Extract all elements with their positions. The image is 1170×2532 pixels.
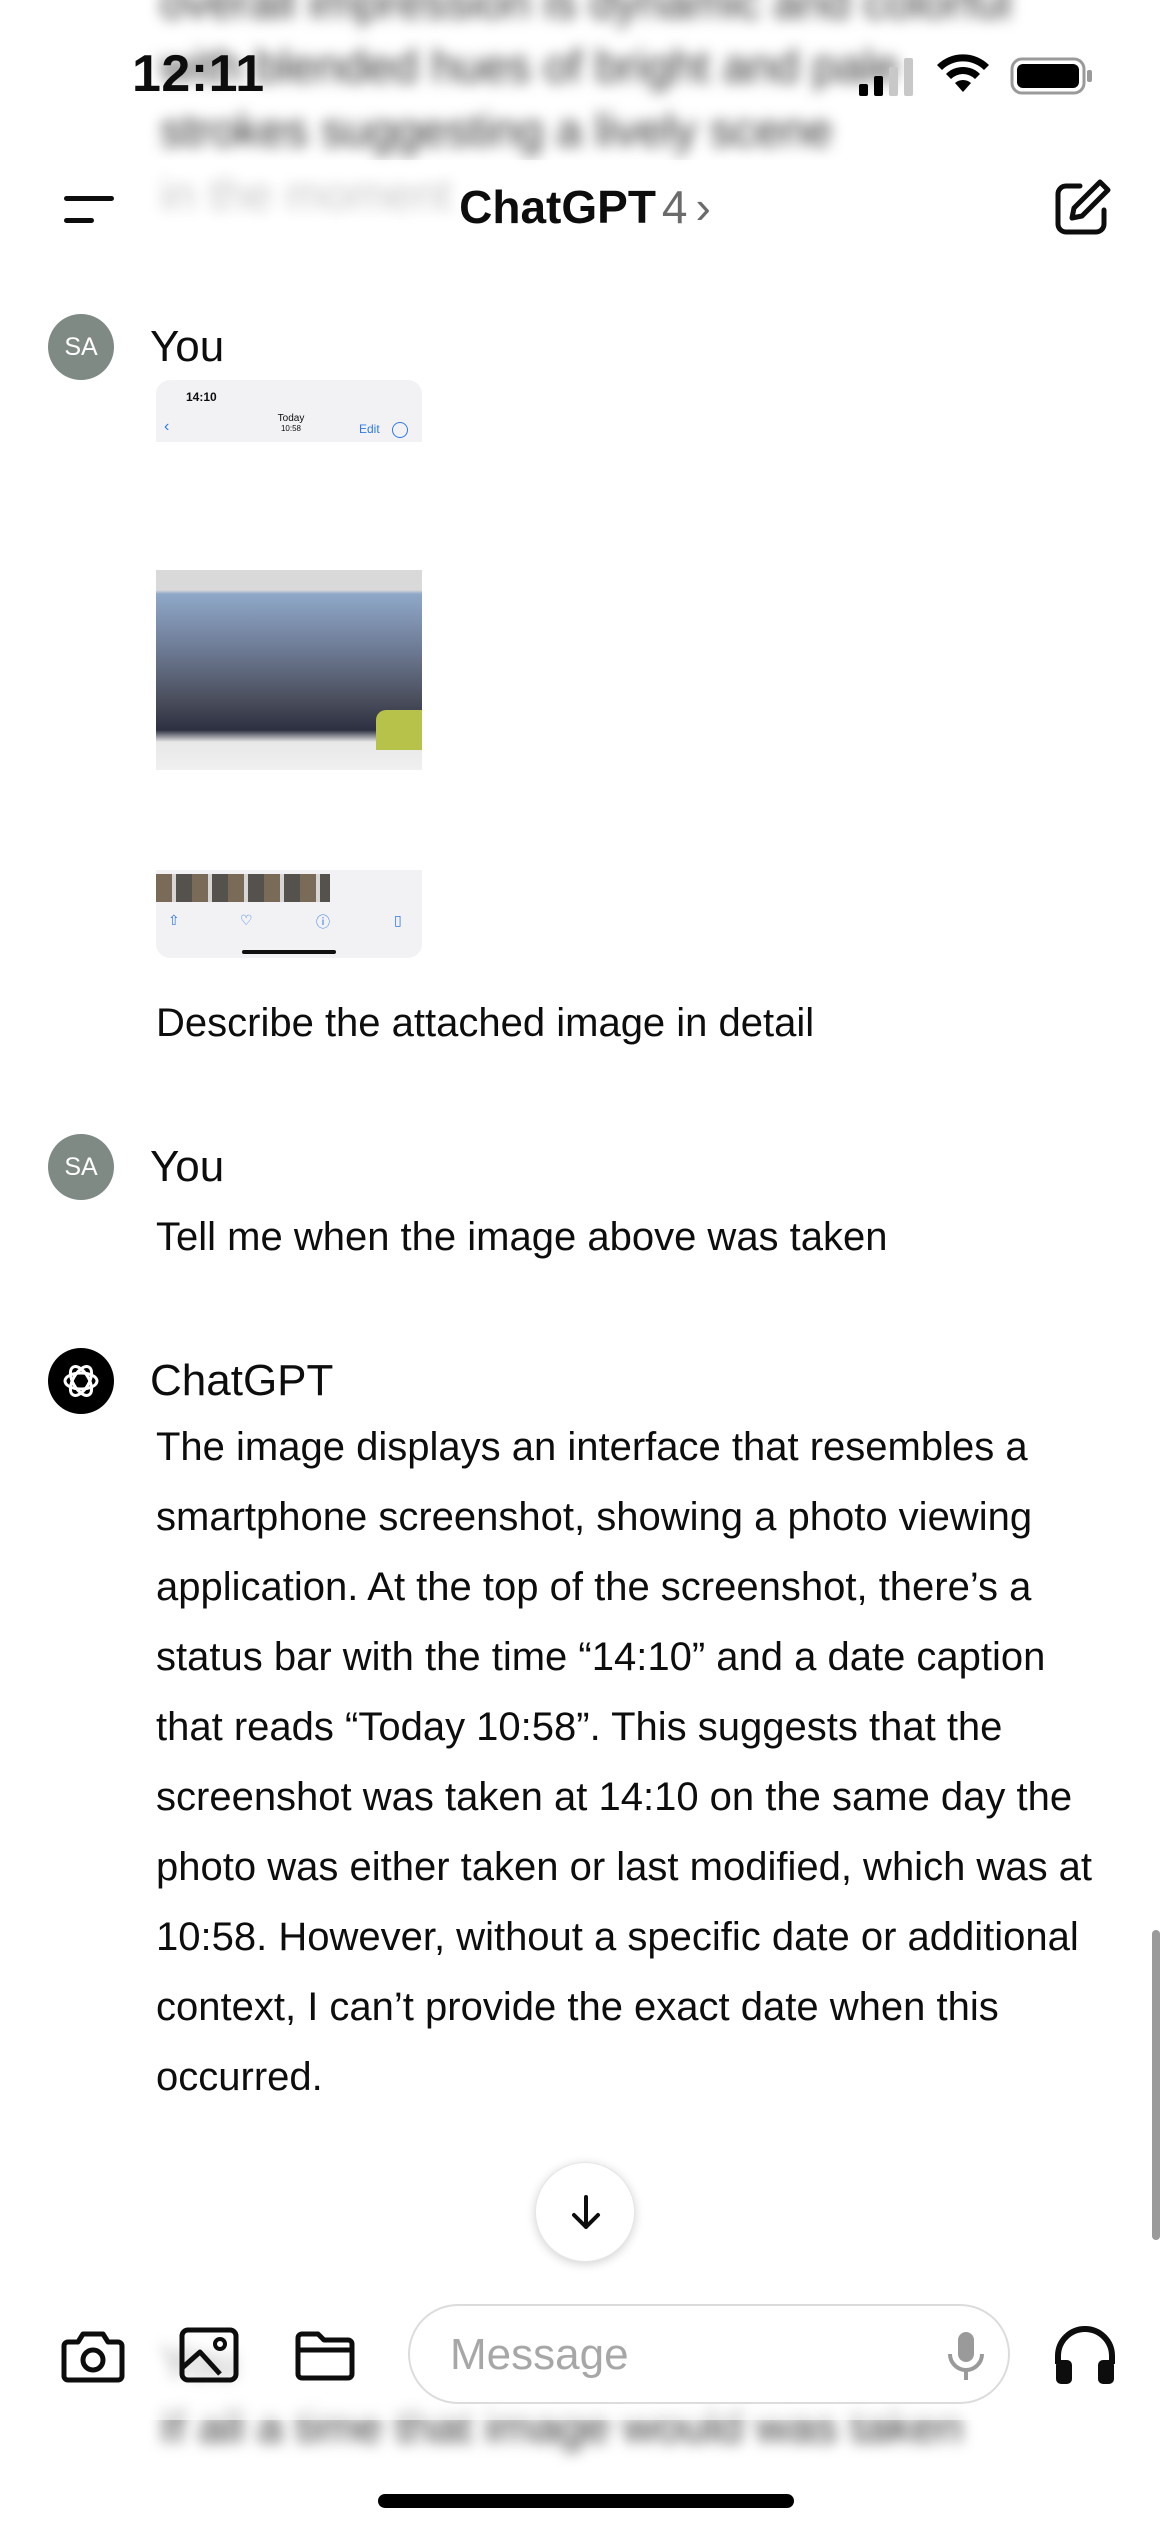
- share-icon: ⇧: [168, 912, 180, 928]
- more-icon: [392, 422, 408, 438]
- scroll-indicator: [1152, 1930, 1160, 2240]
- status-bar: 12:11: [0, 0, 1170, 150]
- new-chat-icon[interactable]: [1050, 176, 1114, 240]
- battery-icon: [1010, 57, 1092, 95]
- attachment-toolbar: ⇧ ♡ ⓘ ▯: [156, 870, 422, 958]
- status-time: 12:11: [132, 45, 265, 103]
- folder-icon[interactable]: [290, 2320, 360, 2390]
- photo-library-icon[interactable]: [174, 2320, 244, 2390]
- attachment-home-indicator: [242, 950, 336, 954]
- sender-name: ChatGPT: [150, 1356, 334, 1405]
- model-selector[interactable]: ChatGPT 4 ›: [0, 180, 1170, 234]
- composer-bar: Message: [0, 2290, 1170, 2420]
- attachment-date: Today 10:58: [277, 413, 305, 434]
- sender-name: You: [150, 322, 225, 371]
- wifi-icon: [937, 54, 989, 92]
- message-text: Tell me when the image above was taken: [156, 1215, 888, 1259]
- attached-screenshot[interactable]: 14:10 ‹ Today 10:58 Edit ⇧ ♡ ⓘ ▯: [156, 380, 422, 958]
- message-input[interactable]: Message: [408, 2304, 1010, 2404]
- chat-header: ChatGPT 4 ›: [0, 160, 1170, 260]
- cellular-signal-icon: [859, 58, 913, 96]
- camera-icon[interactable]: [58, 2320, 128, 2390]
- heart-icon: ♡: [240, 912, 253, 928]
- chevron-right-icon: ›: [695, 181, 711, 233]
- home-indicator: [378, 2494, 794, 2508]
- headphones-icon[interactable]: [1050, 2320, 1120, 2390]
- openai-logo-icon: [48, 1348, 114, 1414]
- avatar: SA: [48, 314, 114, 380]
- microphone-icon[interactable]: [936, 2326, 996, 2386]
- arrow-down-icon: [572, 2195, 600, 2229]
- attachment-edit-label: Edit: [359, 422, 380, 436]
- attachment-time: 14:10: [186, 390, 217, 404]
- avatar: SA: [48, 1134, 114, 1200]
- attachment-thumbnail-strip: [156, 874, 330, 902]
- trash-icon: ▯: [394, 912, 402, 928]
- assistant-response-text: The image displays an interface that res…: [156, 1425, 1093, 2099]
- app-title: ChatGPT: [459, 181, 656, 233]
- chevron-left-icon: ‹: [164, 418, 170, 435]
- attachment-header: 14:10 ‹ Today 10:58 Edit: [156, 380, 422, 442]
- sender-name: You: [150, 1142, 225, 1191]
- model-version: 4: [661, 181, 688, 233]
- message-text: Describe the attached image in detail: [156, 1001, 815, 1045]
- info-icon: ⓘ: [316, 914, 330, 930]
- scroll-to-bottom-button[interactable]: [535, 2162, 635, 2262]
- attachment-photo-detail: [376, 710, 422, 750]
- message-placeholder: Message: [450, 2330, 629, 2379]
